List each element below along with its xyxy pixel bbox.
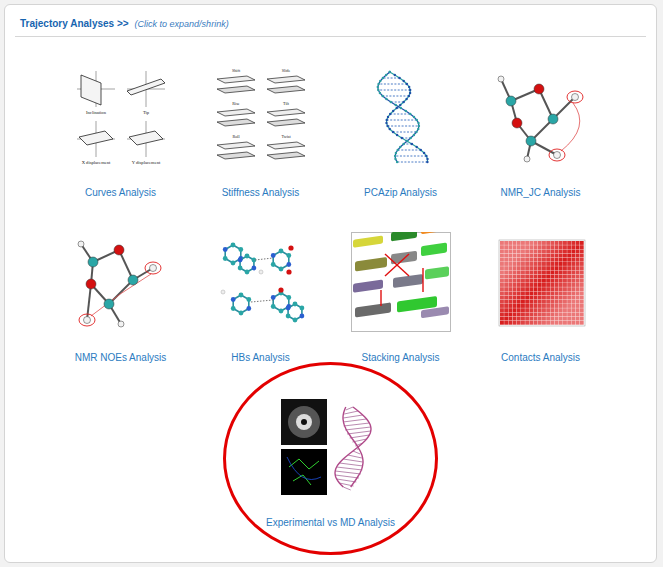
analyses-grid: Inclination Tip X displacement Y displaceme… — [51, 67, 611, 562]
analysis-item[interactable]: Stacking Analysis — [331, 232, 471, 397]
analysis-link[interactable]: PCAzip Analysis — [364, 186, 437, 199]
analysis-thumbnail[interactable]: Shift Slide Rise Tilt Roll Twist — [206, 67, 316, 167]
analysis-item[interactable]: NMR NOEs Analysis — [51, 232, 191, 397]
svg-text:Y displacement: Y displacement — [131, 160, 160, 165]
stiffness-figure-icon: Shift Slide Rise Tilt Roll Twist — [211, 67, 311, 167]
analysis-item[interactable]: HBs Analysis — [191, 232, 331, 397]
svg-text:Slide: Slide — [281, 68, 290, 73]
analysis-thumbnail[interactable] — [346, 232, 456, 332]
analysis-item[interactable]: NMR_JC Analysis — [471, 67, 611, 232]
analysis-link[interactable]: Stiffness Analysis — [222, 186, 300, 199]
section-header[interactable]: Trajectory Analyses >> (Click to expand/… — [15, 5, 646, 37]
svg-text:Shift: Shift — [231, 68, 240, 73]
svg-text:Inclination: Inclination — [86, 110, 107, 115]
svg-text:Tilt: Tilt — [283, 101, 290, 106]
analysis-thumbnail[interactable]: Inclination Tip X displacement Y displaceme… — [66, 67, 176, 167]
svg-text:X displacement: X displacement — [81, 160, 110, 165]
analysis-link[interactable]: NMR NOEs Analysis — [75, 351, 167, 364]
analysis-link[interactable]: Stacking Analysis — [362, 351, 440, 364]
svg-text:Rise: Rise — [232, 101, 240, 106]
contact-map-icon — [491, 232, 591, 332]
analysis-thumbnail[interactable] — [486, 67, 596, 167]
analysis-thumbnail[interactable] — [276, 397, 386, 497]
svg-text:Tip: Tip — [142, 110, 149, 115]
stacking-figure-icon — [351, 232, 451, 332]
analysis-thumbnail[interactable] — [486, 232, 596, 332]
analysis-link[interactable]: Experimental vs MD Analysis — [266, 516, 395, 529]
dna-helix-icon — [351, 67, 451, 167]
base-pairs-icon — [211, 232, 311, 332]
sugar-ring-icon — [71, 232, 171, 332]
experimental-figure-icon — [281, 397, 381, 497]
section-title[interactable]: Trajectory Analyses >> — [20, 17, 129, 31]
analysis-thumbnail[interactable] — [346, 67, 456, 167]
analysis-item[interactable]: Inclination Tip X displacement Y displaceme… — [51, 67, 191, 232]
analysis-link[interactable]: Contacts Analysis — [501, 351, 580, 364]
analysis-thumbnail[interactable] — [66, 232, 176, 332]
analysis-item[interactable]: PCAzip Analysis — [331, 67, 471, 232]
svg-text:Roll: Roll — [232, 134, 240, 139]
svg-text:Twist: Twist — [281, 134, 291, 139]
analysis-item[interactable]: Experimental vs MD Analysis — [261, 397, 401, 562]
curves-figure-icon: Inclination Tip X displacement Y displaceme… — [71, 67, 171, 167]
analysis-item[interactable]: Shift Slide Rise Tilt Roll Twist Stiffness Ana… — [191, 67, 331, 232]
analysis-item[interactable]: Contacts Analysis — [471, 232, 611, 397]
analyses-panel: Trajectory Analyses >> (Click to expand/… — [4, 4, 657, 563]
analysis-thumbnail[interactable] — [206, 232, 316, 332]
analysis-link[interactable]: NMR_JC Analysis — [500, 186, 580, 199]
section-hint: (Click to expand/shrink) — [135, 17, 229, 31]
analysis-link[interactable]: HBs Analysis — [231, 351, 289, 364]
analysis-link[interactable]: Curves Analysis — [85, 186, 156, 199]
sugar-ring-icon — [491, 67, 591, 167]
